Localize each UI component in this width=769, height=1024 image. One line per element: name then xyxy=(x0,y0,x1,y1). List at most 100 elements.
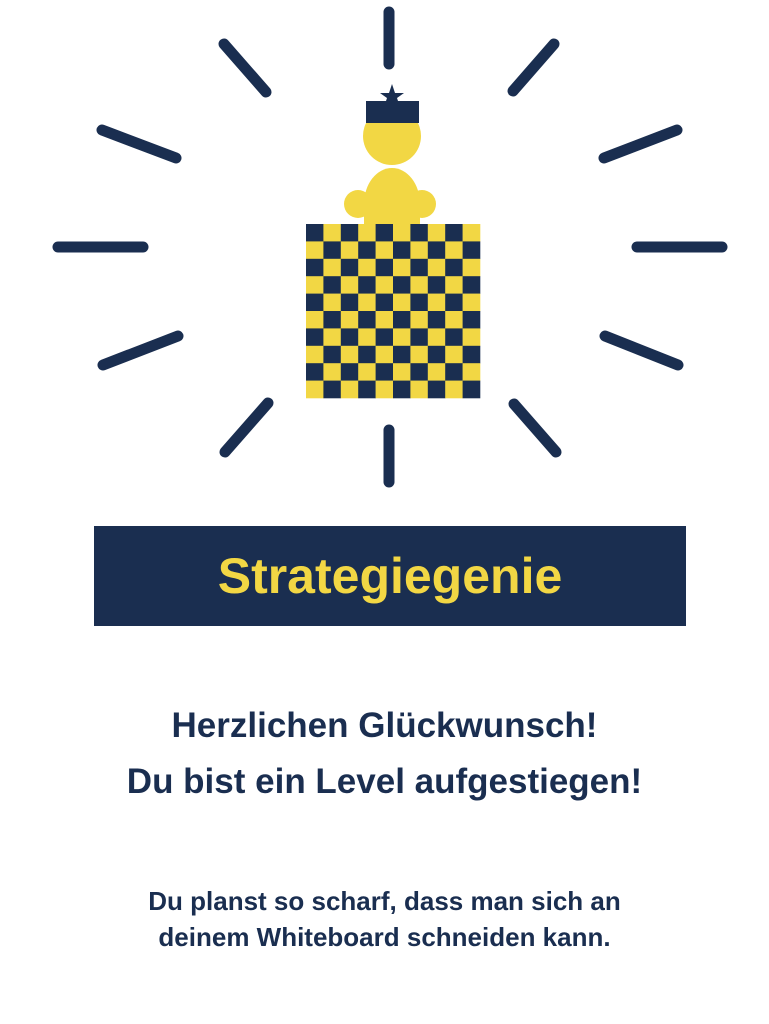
checkerboard-square xyxy=(393,363,411,381)
checkerboard-square xyxy=(427,311,446,329)
checkerboard-square xyxy=(306,224,324,242)
level-up-screen: Strategiegenie Herzlichen Glückwunsch! D… xyxy=(0,0,769,1024)
checkerboard-square xyxy=(358,293,376,312)
checkerboard-square xyxy=(358,345,376,364)
checkerboard-square xyxy=(323,311,342,329)
checkerboard-square xyxy=(462,293,481,312)
checkerboard-square xyxy=(375,345,394,364)
king-figure xyxy=(344,84,436,226)
ray-top-right xyxy=(507,38,560,97)
checkerboard-square xyxy=(427,293,446,312)
checkerboard-square xyxy=(358,311,376,329)
checkerboard-square xyxy=(410,258,429,277)
checkerboard-square xyxy=(358,276,376,294)
checkerboard-square xyxy=(375,241,394,260)
checkerboard-square xyxy=(306,311,324,329)
checkerboard-square xyxy=(323,258,342,277)
checkerboard-square xyxy=(427,328,446,347)
checkerboard-square xyxy=(445,328,463,347)
ray-upper-left xyxy=(96,124,182,164)
level-up-illustration xyxy=(52,6,728,488)
checkerboard-square xyxy=(306,345,324,364)
checkerboard-square xyxy=(340,363,359,381)
checkerboard-square xyxy=(393,293,411,312)
checkerboard-square xyxy=(462,258,481,277)
checkerboard-square xyxy=(410,224,429,242)
checkerboard-square xyxy=(445,380,463,399)
checkerboard-square xyxy=(375,276,394,294)
checkerboard-square xyxy=(306,276,324,294)
checkerboard-square xyxy=(410,276,429,294)
level-up-headline: Du bist ein Level aufgestiegen! xyxy=(126,762,643,801)
ray-top-left xyxy=(218,38,272,98)
checkerboard-square xyxy=(375,328,394,347)
checkerboard-square xyxy=(358,363,376,381)
checkerboard-square xyxy=(462,276,481,294)
checkerboard-square xyxy=(393,258,411,277)
chess-king-on-checkerboard-icon xyxy=(306,84,481,399)
checkerboard-square xyxy=(410,311,429,329)
checkerboard-square xyxy=(340,258,359,277)
ray-bottom-left xyxy=(219,397,274,458)
checkerboard-square xyxy=(393,276,411,294)
checkerboard-square xyxy=(323,276,342,294)
checkerboard-square xyxy=(462,380,481,399)
checkerboard-square xyxy=(323,363,342,381)
checkerboard-square xyxy=(445,241,463,260)
checkerboard-square xyxy=(306,380,324,399)
congrats-headline: Herzlichen Glückwunsch! xyxy=(171,706,598,745)
checkerboard-square xyxy=(410,363,429,381)
checkerboard-square xyxy=(393,224,411,242)
checkerboard-square xyxy=(306,293,324,312)
checkerboard-square xyxy=(427,258,446,277)
checkerboard-square xyxy=(340,276,359,294)
checkerboard-square xyxy=(445,224,463,242)
checkerboard-square xyxy=(445,258,463,277)
checkerboard-square xyxy=(306,258,324,277)
checkerboard-square xyxy=(445,276,463,294)
checkerboard-square xyxy=(445,345,463,364)
checkerboard-square xyxy=(306,241,324,260)
checkerboard-square xyxy=(358,224,376,242)
checkerboard-square xyxy=(340,380,359,399)
checkerboard xyxy=(306,224,481,399)
checkerboard-square xyxy=(427,276,446,294)
checkerboard-square xyxy=(323,241,342,260)
badge-title-banner: Strategiegenie xyxy=(94,526,686,626)
checkerboard-square xyxy=(462,363,481,381)
ray-lower-right xyxy=(599,330,684,371)
checkerboard-square xyxy=(375,363,394,381)
checkerboard-square xyxy=(393,241,411,260)
checkerboard-square xyxy=(462,328,481,347)
checkerboard-square xyxy=(375,293,394,312)
checkerboard-square xyxy=(323,293,342,312)
checkerboard-square xyxy=(410,328,429,347)
checkerboard-square xyxy=(445,293,463,312)
checkerboard-square xyxy=(427,224,446,242)
checkerboard-square xyxy=(462,345,481,364)
checkerboard-square xyxy=(340,224,359,242)
checkerboard-square xyxy=(410,241,429,260)
checkerboard-square xyxy=(323,224,342,242)
checkerboard-square xyxy=(445,311,463,329)
checkerboard-square xyxy=(375,311,394,329)
checkerboard-square xyxy=(410,380,429,399)
checkerboard-square xyxy=(427,380,446,399)
checkerboard-square xyxy=(393,345,411,364)
checkerboard-square xyxy=(340,345,359,364)
ray-upper-right xyxy=(598,124,683,164)
checkerboard-square xyxy=(340,293,359,312)
checkerboard-square xyxy=(340,241,359,260)
checkerboard-square xyxy=(427,345,446,364)
checkerboard-square xyxy=(393,380,411,399)
ray-bottom-right xyxy=(508,398,562,458)
checkerboard-square xyxy=(340,311,359,329)
checkerboard-square xyxy=(375,258,394,277)
checkerboard-square xyxy=(410,345,429,364)
checkerboard-square xyxy=(358,241,376,260)
checkerboard-square xyxy=(358,380,376,399)
checkerboard-square xyxy=(462,311,481,329)
badge-title: Strategiegenie xyxy=(217,548,563,604)
badge-description-line2: deinem Whiteboard schneiden kann. xyxy=(158,922,611,952)
checkerboard-square xyxy=(323,380,342,399)
